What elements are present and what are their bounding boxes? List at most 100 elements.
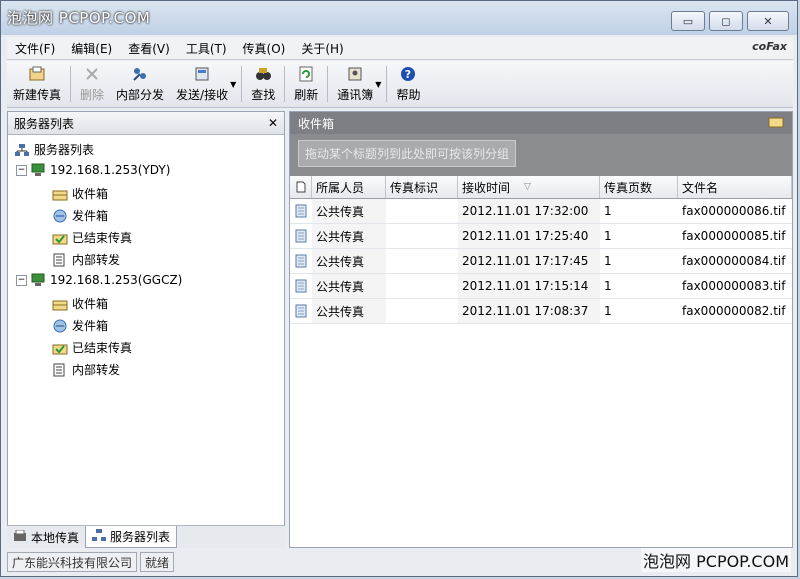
send-receive-button[interactable]: 发送/接收 [170, 61, 234, 107]
delete-icon [83, 65, 101, 83]
network-icon [92, 529, 107, 544]
group-by-hint: 拖动某个标题列到此处即可按该列分组 [298, 140, 517, 167]
cell-owner: 公共传真 [312, 299, 386, 323]
menu-fax[interactable]: 传真(O) [235, 40, 294, 57]
cell-pages: 1 [604, 229, 612, 243]
help-label: 帮助 [396, 88, 421, 102]
menu-tools[interactable]: 工具(T) [178, 40, 235, 57]
column-receive-time-label: 接收时间 [462, 180, 511, 195]
tree-folder-inbox[interactable]: 收件箱 [52, 295, 108, 312]
folder-label: 已结束传真 [72, 341, 133, 355]
folder-label: 收件箱 [72, 297, 109, 311]
help-button[interactable]: ? 帮助 [390, 61, 426, 107]
tree-folder-outbox[interactable]: 发件箱 [52, 207, 108, 224]
cell-filename: fax000000083.tif [682, 279, 786, 293]
maximize-button[interactable]: ◻ [709, 11, 743, 31]
tree-folder-outbox[interactable]: 发件箱 [52, 317, 108, 334]
tree-server-ydy[interactable]: − 192.168.1.253(YDY) [16, 163, 170, 177]
local-fax-icon [13, 529, 27, 545]
address-book-button[interactable]: 通讯簿 [331, 61, 379, 107]
cell-filename: fax000000085.tif [682, 229, 786, 243]
find-label: 查找 [251, 88, 276, 102]
table-row[interactable]: 公共传真 2012.11.01 17:25:40 1 fax000000085.tif [290, 224, 792, 249]
fax-doc-icon [290, 274, 312, 298]
cell-owner: 公共传真 [312, 224, 386, 248]
column-pages[interactable]: 传真页数 [600, 176, 678, 198]
menu-about[interactable]: 关于(H) [293, 40, 351, 57]
cell-pages: 1 [604, 204, 612, 218]
outbox-icon [52, 209, 68, 223]
column-filename[interactable]: 文件名 [678, 176, 792, 198]
table-row[interactable]: 公共传真 2012.11.01 17:15:14 1 fax000000083.tif [290, 274, 792, 299]
tree-folder-finished[interactable]: 已结束传真 [52, 229, 132, 246]
column-receive-time[interactable]: 接收时间 ▽ [458, 176, 600, 198]
fax-doc-icon [290, 199, 312, 223]
network-icon [14, 143, 30, 157]
server-list-title: 服务器列表 [14, 116, 75, 131]
tab-local-fax-label: 本地传真 [31, 530, 80, 545]
cell-filename: fax000000084.tif [682, 254, 786, 268]
internal-distribute-label: 内部分发 [116, 88, 165, 102]
binoculars-icon [254, 65, 272, 83]
tree-folder-inbox[interactable]: 收件箱 [52, 185, 108, 202]
cell-receive-time: 2012.11.01 17:17:45 [458, 249, 600, 273]
minimize-button[interactable]: ▭ [671, 11, 705, 31]
column-owner[interactable]: 所属人员 [312, 176, 386, 198]
table-header: 所属人员 传真标识 接收时间 ▽ 传真页数 文件名 [290, 176, 792, 199]
inbox-header-icon [768, 116, 784, 131]
inbox-title: 收件箱 [298, 116, 335, 131]
table-row[interactable]: 公共传真 2012.11.01 17:08:37 1 fax000000082.tif [290, 299, 792, 324]
column-fax-id[interactable]: 传真标识 [386, 176, 458, 198]
toolbar: 新建传真 删除 内部分发 发送/接收 ▼ 查找 刷新 通讯簿 ▼ ? 帮助 [7, 61, 793, 108]
close-button[interactable]: ✕ [747, 11, 789, 31]
menu-view[interactable]: 查看(V) [120, 40, 178, 57]
new-fax-button[interactable]: 新建传真 [7, 61, 67, 107]
fax-doc-icon [290, 299, 312, 323]
inbox-icon [52, 187, 68, 201]
refresh-button[interactable]: 刷新 [288, 61, 324, 107]
folder-label: 发件箱 [72, 319, 109, 333]
refresh-icon [297, 65, 315, 83]
tree-root[interactable]: 服务器列表 [14, 141, 94, 158]
menu-file[interactable]: 文件(F) [7, 40, 63, 57]
folder-label: 收件箱 [72, 187, 109, 201]
tab-server-list-label: 服务器列表 [110, 530, 171, 544]
tab-server-list[interactable]: 服务器列表 [85, 526, 178, 548]
menu-edit[interactable]: 编辑(E) [63, 40, 120, 57]
server-list-panel: 服务器列表 ✕ 服务器列表 − 192.168.1.253(YDY) 收件箱 发… [7, 111, 285, 548]
internal-distribute-button[interactable]: 内部分发 [110, 61, 170, 107]
collapse-icon[interactable]: − [16, 164, 27, 176]
outbox-icon [52, 319, 68, 333]
find-button[interactable]: 查找 [245, 61, 281, 107]
status-company: 广东能兴科技有限公司 [7, 552, 138, 572]
send-receive-label: 发送/接收 [176, 88, 229, 102]
group-by-area[interactable]: 拖动某个标题列到此处即可按该列分组 [290, 134, 792, 176]
cell-receive-time: 2012.11.01 17:15:14 [458, 274, 600, 298]
finished-fax-icon [52, 341, 68, 355]
cofax-logo: coFax [752, 40, 787, 53]
table-row[interactable]: 公共传真 2012.11.01 17:32:00 1 fax000000086.tif [290, 199, 792, 224]
main-window: 泡泡网 PCPOP.COM ▭ ◻ ✕ 文件(F) 编辑(E) 查看(V) 工具… [0, 0, 798, 577]
cell-owner: 公共传真 [312, 249, 386, 273]
tree-folder-forward[interactable]: 内部转发 [52, 251, 120, 268]
server-list-close-icon[interactable]: ✕ [268, 116, 278, 130]
delete-button[interactable]: 删除 [74, 61, 110, 107]
collapse-icon[interactable]: − [16, 274, 27, 286]
send-receive-dropdown-icon[interactable]: ▼ [230, 80, 236, 89]
cell-fax-id [386, 249, 458, 273]
tab-local-fax[interactable]: 本地传真 [7, 526, 85, 548]
distribute-icon [131, 65, 149, 83]
cell-owner: 公共传真 [312, 274, 386, 298]
tree-server-ggcz[interactable]: − 192.168.1.253(GGCZ) [16, 273, 182, 287]
table-body: 公共传真 2012.11.01 17:32:00 1 fax000000086.tif… [290, 199, 792, 324]
table-row[interactable]: 公共传真 2012.11.01 17:17:45 1 fax000000084.tif [290, 249, 792, 274]
doc-column-icon[interactable] [290, 176, 312, 198]
cell-owner: 公共传真 [312, 199, 386, 223]
tree-folder-forward[interactable]: 内部转发 [52, 361, 120, 378]
inbox-panel: 收件箱 拖动某个标题列到此处即可按该列分组 所属人员 传真标识 接收时间 ▽ 传… [289, 111, 793, 548]
internal-forward-icon [52, 253, 68, 267]
tree-folder-finished[interactable]: 已结束传真 [52, 339, 132, 356]
cell-pages: 1 [604, 254, 612, 268]
delete-label: 删除 [80, 88, 105, 102]
address-book-dropdown-icon[interactable]: ▼ [375, 80, 381, 89]
